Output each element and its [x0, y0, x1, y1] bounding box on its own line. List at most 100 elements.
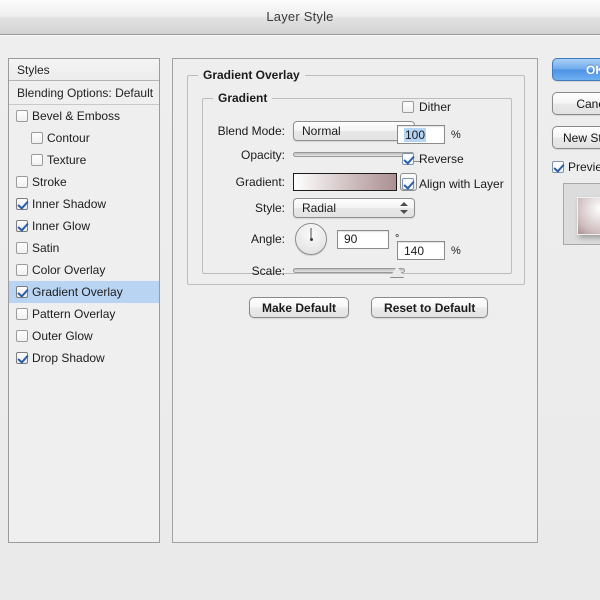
style-row-label: Pattern Overlay [32, 307, 116, 321]
preview-label: Preview [568, 160, 600, 174]
opacity-slider[interactable] [293, 147, 422, 163]
style-checkbox[interactable] [16, 176, 28, 188]
default-buttons-group: Make Default Reset to Default [249, 297, 489, 318]
scale-label: Scale: [251, 264, 285, 278]
style-row-pattern-overlay[interactable]: Pattern Overlay [9, 303, 159, 325]
style-row-label: Inner Glow [32, 219, 91, 233]
style-row-gradient-overlay[interactable]: Gradient Overlay [9, 281, 159, 303]
style-row-inner-glow[interactable]: Inner Glow [9, 215, 159, 237]
reverse-label: Reverse [419, 152, 464, 166]
styles-list-panel: Styles Blending Options: Default Bevel &… [8, 58, 160, 543]
style-row-label: Satin [32, 241, 60, 255]
new-style-button[interactable]: New Style... [552, 126, 600, 149]
dither-row[interactable]: Dither [402, 100, 451, 114]
scale-slider[interactable] [293, 263, 405, 279]
cancel-button[interactable]: Cancel [552, 92, 600, 115]
opacity-value: 100 [404, 127, 427, 142]
style-row-outer-glow[interactable]: Outer Glow [9, 325, 159, 347]
blend-mode-value: Normal [302, 124, 341, 138]
opacity-unit: % [451, 128, 461, 141]
style-row-label: Contour [47, 131, 90, 145]
style-checkbox[interactable] [16, 220, 28, 232]
dither-label: Dither [419, 100, 452, 114]
opacity-input[interactable]: 100 [397, 125, 445, 144]
gradient-overlay-legend: Gradient Overlay [198, 68, 305, 82]
scale-slider-track [293, 268, 405, 273]
angle-value: 90 [344, 232, 358, 246]
style-checkbox[interactable] [16, 198, 28, 210]
style-row: Style: Radial [197, 198, 497, 218]
preview-checkbox[interactable] [552, 161, 564, 173]
style-checkbox[interactable] [16, 352, 28, 364]
blending-options-row[interactable]: Blending Options: Default [9, 81, 159, 105]
style-row-label: Color Overlay [32, 263, 106, 277]
title-bar[interactable]: Layer Style [0, 0, 600, 35]
scale-slider-thumb[interactable] [390, 266, 405, 277]
style-checkbox[interactable] [16, 308, 28, 320]
styles-list-header: Styles [9, 59, 159, 81]
style-row-label: Gradient Overlay [32, 285, 123, 299]
reverse-row[interactable]: Reverse [402, 152, 464, 166]
align-with-layer-label: Align with Layer [419, 177, 504, 191]
style-row-label: Outer Glow [32, 329, 93, 343]
blend-mode-label: Blend Mode: [217, 124, 285, 138]
angle-dial[interactable] [295, 223, 327, 255]
style-row-stroke[interactable]: Stroke [9, 171, 159, 193]
style-row-texture[interactable]: Texture [9, 149, 159, 171]
style-row-label: Drop Shadow [32, 351, 105, 365]
preview-row[interactable]: Preview [552, 160, 600, 174]
align-with-layer-row[interactable]: Align with Layer [402, 177, 504, 191]
gradient-label: Gradient: [235, 175, 285, 189]
style-row-label: Bevel & Emboss [32, 109, 121, 123]
reset-to-default-button[interactable]: Reset to Default [371, 297, 489, 318]
style-row-inner-shadow[interactable]: Inner Shadow [9, 193, 159, 215]
style-select[interactable]: Radial [293, 198, 415, 218]
opacity-slider-track [293, 152, 415, 157]
opacity-label: Opacity: [240, 148, 285, 162]
style-row-drop-shadow[interactable]: Drop Shadow [9, 347, 159, 369]
window-title: Layer Style [266, 9, 334, 24]
make-default-button[interactable]: Make Default [249, 297, 350, 318]
gradient-swatch[interactable] [293, 173, 397, 191]
angle-label: Angle: [250, 232, 285, 246]
reverse-checkbox[interactable] [402, 153, 414, 165]
style-row-color-overlay[interactable]: Color Overlay [9, 259, 159, 281]
dither-checkbox[interactable] [402, 101, 414, 113]
style-row-label: Stroke [32, 175, 67, 189]
style-row-satin[interactable]: Satin [9, 237, 159, 259]
style-checkbox[interactable] [31, 132, 43, 144]
scale-unit: % [451, 244, 461, 257]
style-checkbox[interactable] [16, 242, 28, 254]
style-row-label: Texture [47, 153, 87, 167]
angle-input[interactable]: 90 [337, 229, 389, 249]
style-checkbox[interactable] [31, 154, 43, 166]
gradient-legend: Gradient [213, 91, 273, 105]
align-with-layer-checkbox[interactable] [402, 178, 414, 190]
gradient-overlay-panel: Gradient Overlay Gradient Blend Mode: No… [172, 58, 538, 543]
preview-thumbnail-chip [577, 197, 600, 235]
gradient-overlay-fieldset: Gradient Overlay Gradient Blend Mode: No… [187, 68, 525, 285]
style-label: Style: [254, 201, 285, 215]
dialog-buttons-column: OK Cancel New Style... Preview [552, 58, 600, 245]
style-value: Radial [302, 201, 337, 215]
opacity-value-group: 100 % [397, 125, 461, 144]
scale-value: 140 [404, 243, 425, 258]
style-row-label: Inner Shadow [32, 197, 107, 211]
dialog-body: Styles Blending Options: Default Bevel &… [0, 36, 600, 600]
angle-dial-hub [309, 237, 313, 241]
layer-style-dialog: Layer Style Styles Blending Options: Def… [0, 0, 600, 600]
scale-input[interactable]: 140 [397, 241, 445, 260]
styles-item-list: Bevel & Emboss Contour Texture Stroke Inner … [9, 105, 159, 369]
gradient-picker[interactable] [293, 173, 417, 191]
style-checkbox[interactable] [16, 286, 28, 298]
style-row-contour[interactable]: Contour [9, 127, 159, 149]
scale-row: Scale: [197, 263, 497, 279]
ok-button[interactable]: OK [552, 58, 600, 81]
style-checkbox[interactable] [16, 110, 28, 122]
style-checkbox[interactable] [16, 330, 28, 342]
style-checkbox[interactable] [16, 264, 28, 276]
style-row-bevel-emboss[interactable]: Bevel & Emboss [9, 105, 159, 127]
scale-value-group: 140 % [397, 241, 461, 260]
chevron-updown-icon [400, 201, 408, 215]
preview-thumbnail [563, 183, 600, 245]
